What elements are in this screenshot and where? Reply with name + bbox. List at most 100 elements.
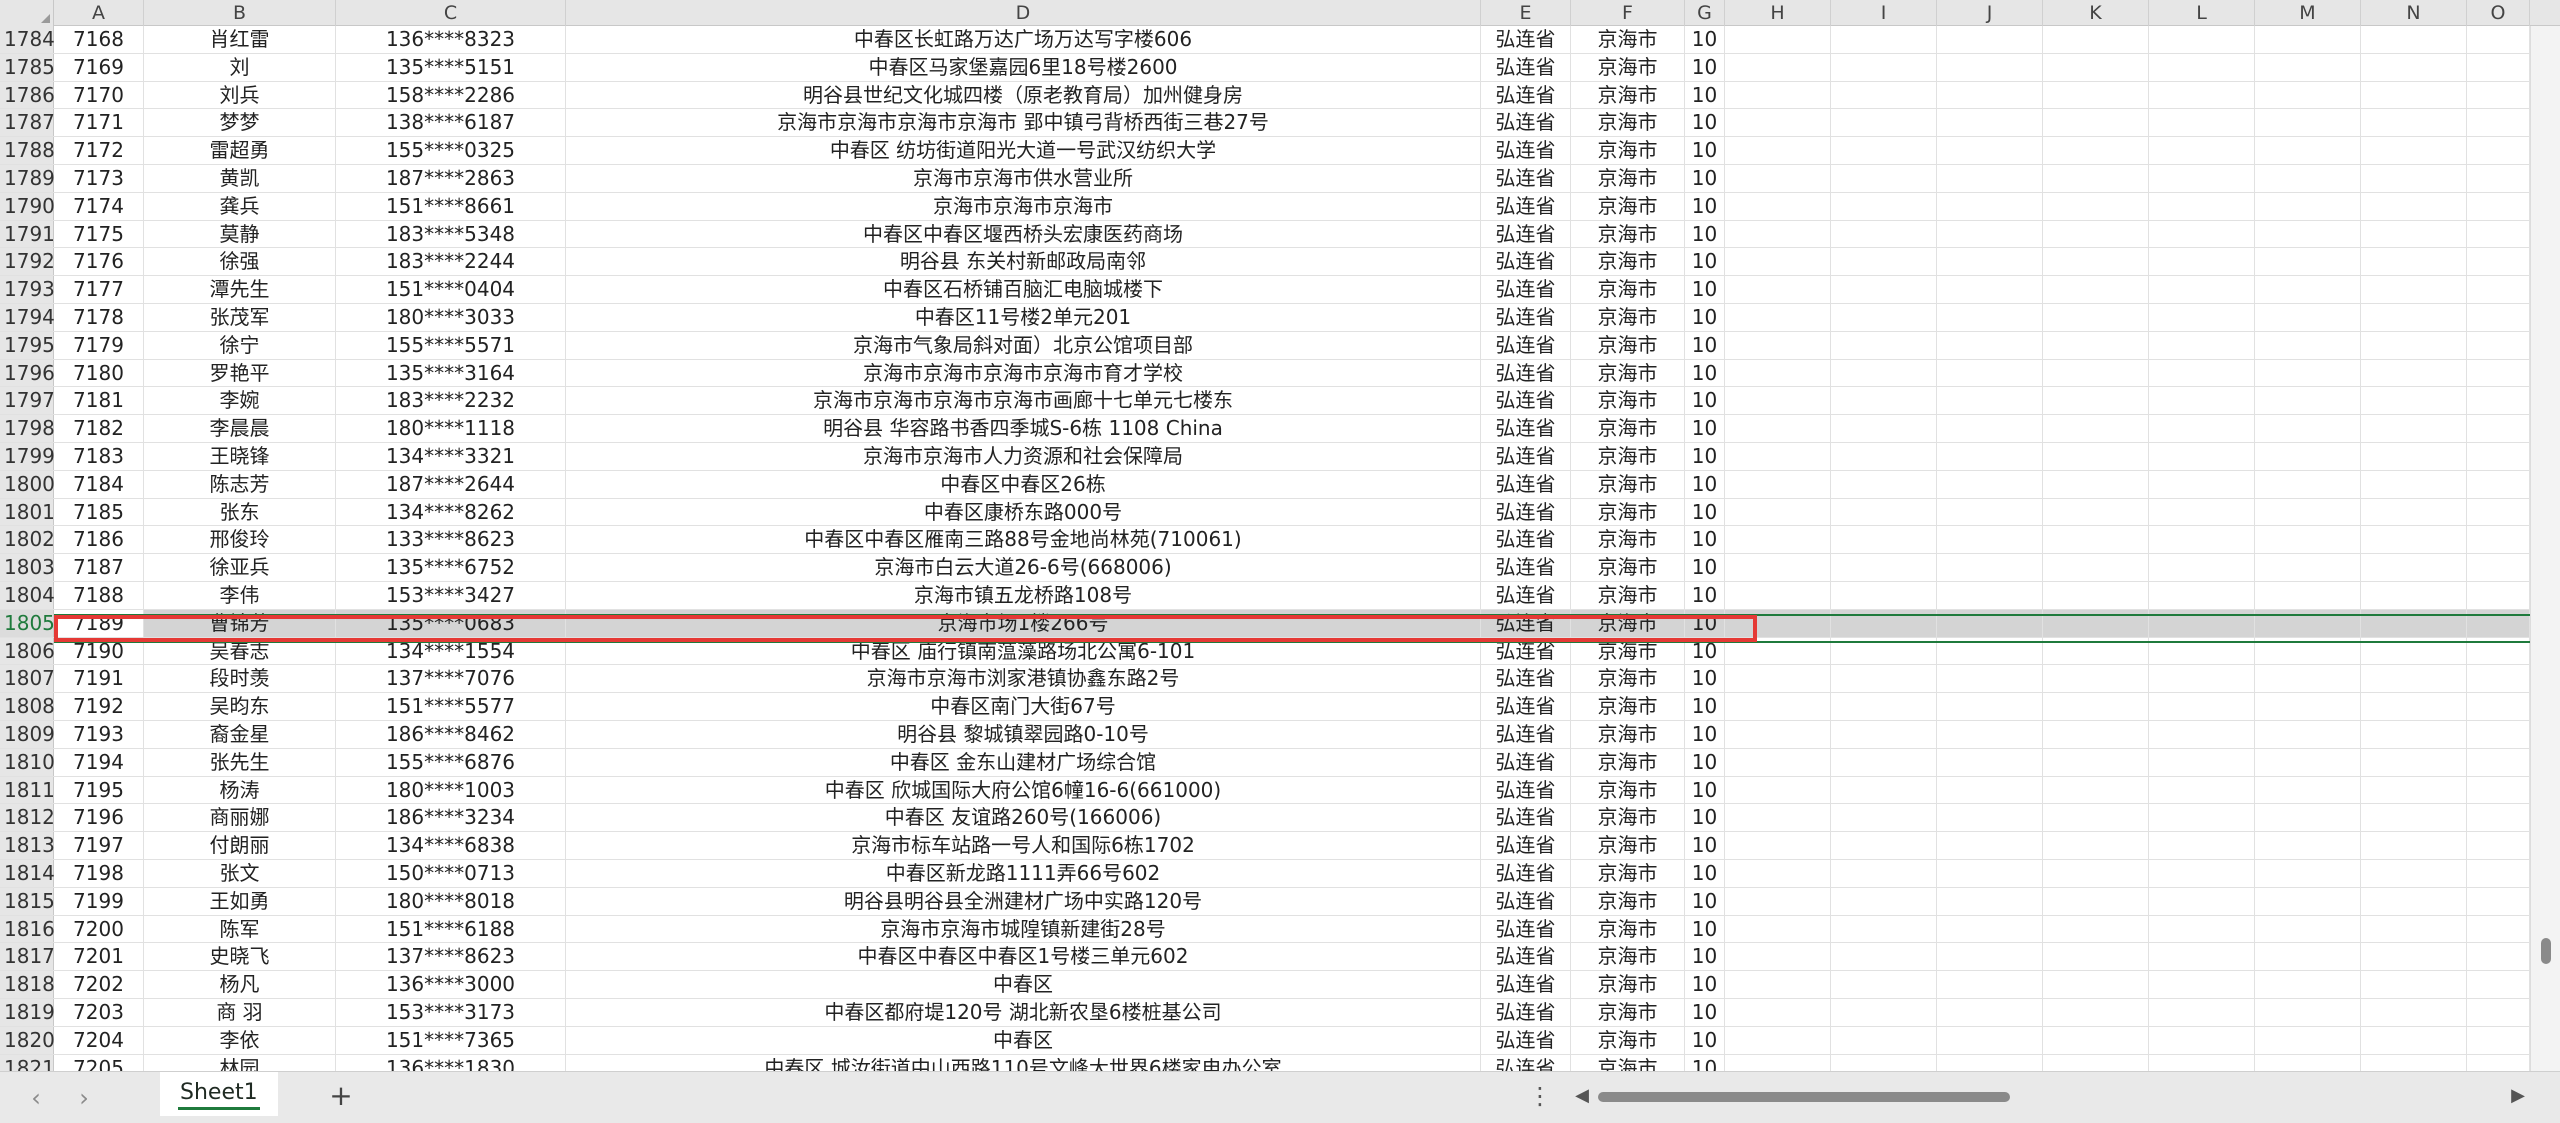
empty-cell[interactable] [2149, 53, 2255, 81]
cell-province[interactable]: 弘连省 [1481, 165, 1571, 192]
empty-cell[interactable] [2255, 220, 2361, 248]
cell-name[interactable]: 罗艳平 [144, 359, 336, 387]
cell-id[interactable]: 7183 [54, 443, 144, 470]
cell-phone[interactable]: 151****0404 [336, 276, 566, 303]
empty-cell[interactable] [2043, 971, 2149, 998]
cell-province[interactable]: 弘连省 [1481, 192, 1571, 220]
cell-qty[interactable]: 10 [1685, 776, 1725, 804]
cell-id[interactable]: 7191 [54, 665, 144, 693]
cell-province[interactable]: 弘连省 [1481, 53, 1571, 81]
cell-phone[interactable]: 155****0325 [336, 137, 566, 164]
row-number[interactable]: 1814 [0, 860, 55, 887]
empty-cell[interactable] [1937, 498, 2043, 526]
empty-cell[interactable] [1725, 498, 1831, 526]
cell-name[interactable]: 黄凯 [144, 165, 336, 192]
cell-address[interactable]: 中春区中春区中春区1号楼三单元602 [566, 943, 1481, 971]
cell-phone[interactable]: 136****1830 [336, 1054, 566, 1071]
empty-cell[interactable] [2361, 693, 2467, 720]
cell-province[interactable]: 弘连省 [1481, 1054, 1571, 1071]
empty-cell[interactable] [2043, 748, 2149, 776]
cell-address[interactable]: 中春区中春区堰西桥头宏康医药商场 [566, 220, 1481, 248]
empty-cell[interactable] [1937, 248, 2043, 276]
cell-name[interactable]: 杨凡 [144, 971, 336, 998]
cell-name[interactable]: 吴春志 [144, 637, 336, 665]
empty-cell[interactable] [2361, 1026, 2467, 1054]
empty-cell[interactable] [1937, 665, 2043, 693]
empty-cell[interactable] [1831, 192, 1937, 220]
cell-id[interactable]: 7168 [54, 26, 144, 53]
empty-cell[interactable] [2361, 359, 2467, 387]
column-header-m[interactable]: M [2255, 0, 2361, 26]
cell-city[interactable]: 京海市 [1571, 860, 1685, 887]
empty-cell[interactable] [1725, 637, 1831, 665]
empty-cell[interactable] [2255, 387, 2361, 415]
cell-id[interactable]: 7195 [54, 776, 144, 804]
empty-cell[interactable] [2255, 415, 2361, 442]
empty-cell[interactable] [1937, 387, 2043, 415]
empty-cell[interactable] [1937, 609, 2043, 637]
empty-cell[interactable] [2467, 276, 2530, 303]
empty-cell[interactable] [2043, 804, 2149, 832]
empty-cell[interactable] [2255, 304, 2361, 331]
empty-cell[interactable] [2467, 1026, 2530, 1054]
empty-cell[interactable] [1831, 248, 1937, 276]
cell-phone[interactable]: 150****0713 [336, 860, 566, 887]
cell-address[interactable]: 中春区 [566, 971, 1481, 998]
cell-province[interactable]: 弘连省 [1481, 748, 1571, 776]
empty-cell[interactable] [2255, 609, 2361, 637]
empty-cell[interactable] [1725, 220, 1831, 248]
cell-address[interactable]: 中春区 金东山建材广场综合馆 [566, 748, 1481, 776]
cell-city[interactable]: 京海市 [1571, 665, 1685, 693]
empty-cell[interactable] [2361, 331, 2467, 359]
cell-qty[interactable]: 10 [1685, 971, 1725, 998]
empty-cell[interactable] [2467, 1054, 2530, 1071]
cell-qty[interactable]: 10 [1685, 109, 1725, 137]
empty-cell[interactable] [2043, 331, 2149, 359]
empty-cell[interactable] [2149, 387, 2255, 415]
empty-cell[interactable] [2255, 971, 2361, 998]
empty-cell[interactable] [2255, 498, 2361, 526]
empty-cell[interactable] [2255, 999, 2361, 1026]
cell-phone[interactable]: 180****3033 [336, 304, 566, 331]
empty-cell[interactable] [2043, 443, 2149, 470]
cell-id[interactable]: 7200 [54, 915, 144, 943]
cell-id[interactable]: 7203 [54, 999, 144, 1026]
cell-province[interactable]: 弘连省 [1481, 943, 1571, 971]
empty-cell[interactable] [1831, 26, 1937, 53]
empty-cell[interactable] [2255, 887, 2361, 915]
cell-name[interactable]: 李婉 [144, 387, 336, 415]
cell-province[interactable]: 弘连省 [1481, 470, 1571, 498]
vertical-scroll-thumb[interactable] [2541, 938, 2551, 964]
cell-phone[interactable]: 158****2286 [336, 81, 566, 109]
empty-cell[interactable] [1937, 915, 2043, 943]
empty-cell[interactable] [2149, 443, 2255, 470]
cell-province[interactable]: 弘连省 [1481, 26, 1571, 53]
cell-qty[interactable]: 10 [1685, 1026, 1725, 1054]
cell-province[interactable]: 弘连省 [1481, 248, 1571, 276]
empty-cell[interactable] [2043, 53, 2149, 81]
cell-city[interactable]: 京海市 [1571, 526, 1685, 554]
empty-cell[interactable] [1937, 748, 2043, 776]
cell-name[interactable]: 龚兵 [144, 192, 336, 220]
empty-cell[interactable] [2467, 248, 2530, 276]
cell-id[interactable]: 7175 [54, 220, 144, 248]
empty-cell[interactable] [1725, 1054, 1831, 1071]
cell-name[interactable]: 徐强 [144, 248, 336, 276]
cell-phone[interactable]: 136****3000 [336, 971, 566, 998]
empty-cell[interactable] [1725, 748, 1831, 776]
cell-phone[interactable]: 180****1118 [336, 415, 566, 442]
empty-cell[interactable] [1725, 331, 1831, 359]
empty-cell[interactable] [1831, 804, 1937, 832]
cell-city[interactable]: 京海市 [1571, 554, 1685, 581]
empty-cell[interactable] [2043, 582, 2149, 609]
empty-cell[interactable] [1725, 81, 1831, 109]
empty-cell[interactable] [1937, 26, 2043, 53]
cell-id[interactable]: 7179 [54, 331, 144, 359]
cell-qty[interactable]: 10 [1685, 276, 1725, 303]
cell-name[interactable]: 刘 [144, 53, 336, 81]
column-header-a[interactable]: A [54, 0, 144, 26]
vertical-scrollbar[interactable] [2530, 26, 2560, 1071]
empty-cell[interactable] [2361, 582, 2467, 609]
empty-cell[interactable] [2043, 1026, 2149, 1054]
cell-qty[interactable]: 10 [1685, 915, 1725, 943]
